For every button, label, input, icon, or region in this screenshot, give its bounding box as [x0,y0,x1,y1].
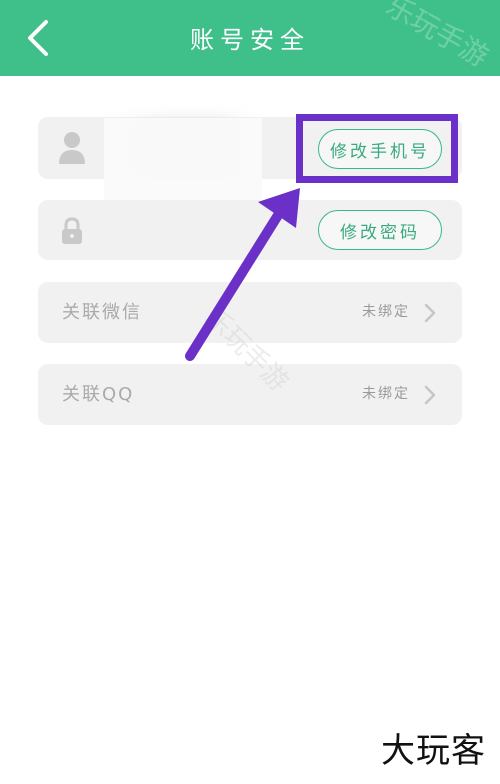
qq-label: 关联QQ [62,384,135,405]
lock-icon [62,217,82,244]
wechat-status: 未绑定 [362,304,410,320]
annotation-highlight-box [296,114,458,183]
chevron-right-icon [424,385,436,405]
wechat-label: 关联微信 [62,302,142,323]
brand-logo: 大玩客 [381,731,486,771]
user-icon [59,132,85,164]
qq-status: 未绑定 [362,386,410,402]
header-bar: 账号安全 乐玩手游 [0,0,500,76]
privacy-mask [104,118,262,208]
chevron-right-icon [424,303,436,323]
change-password-button[interactable]: 修改密码 [318,210,442,250]
